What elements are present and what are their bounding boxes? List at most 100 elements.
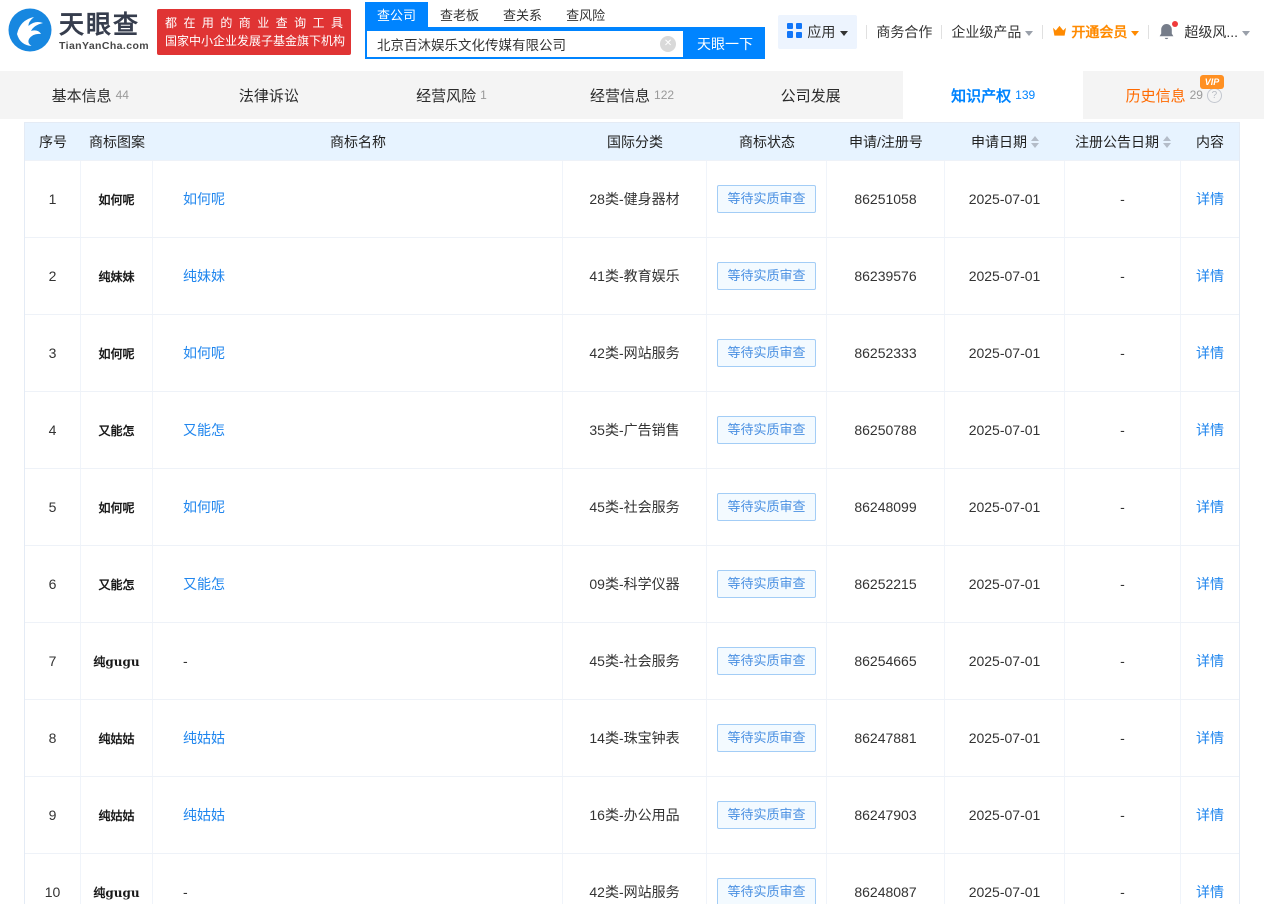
search-tab-company[interactable]: 查公司 bbox=[365, 2, 429, 27]
apps-menu[interactable]: 应用 bbox=[778, 15, 858, 49]
open-vip-link[interactable]: 开通会员 bbox=[1052, 22, 1140, 42]
trademark-name-link[interactable]: 如何呢 bbox=[183, 497, 225, 517]
nav-divider bbox=[1148, 25, 1150, 39]
application-number: 86248087 bbox=[827, 854, 945, 904]
col-apply-date-sort[interactable]: 申请日期 bbox=[945, 132, 1065, 152]
trademark-name-cell: 纯姑姑 bbox=[153, 777, 563, 853]
detail-link[interactable]: 详情 bbox=[1196, 882, 1224, 902]
clear-icon[interactable]: ✕ bbox=[660, 36, 677, 52]
logo[interactable]: 天眼查 TianYanCha.com bbox=[8, 8, 149, 57]
tab-company-development[interactable]: 公司发展 bbox=[722, 71, 903, 119]
detail-cell: 详情 bbox=[1181, 469, 1239, 545]
detail-link[interactable]: 详情 bbox=[1196, 651, 1224, 671]
search-button[interactable]: 天眼一下 bbox=[685, 29, 766, 59]
trademark-image[interactable]: 纯gugu bbox=[81, 854, 153, 904]
detail-link[interactable]: 详情 bbox=[1196, 728, 1224, 748]
section-tabs: 基本信息 44 法律诉讼 经营风险 1 经营信息 122 公司发展 知识产权 1… bbox=[0, 71, 1264, 119]
announcement-date: - bbox=[1065, 238, 1181, 314]
trademark-name-cell: 如何呢 bbox=[153, 469, 563, 545]
detail-link[interactable]: 详情 bbox=[1196, 497, 1224, 517]
row-index: 5 bbox=[25, 469, 81, 545]
trademark-image[interactable]: 如何呢 bbox=[81, 315, 153, 391]
table-row: 3 如何呢 如何呢 42类-网站服务 等待实质审查 86252333 2025-… bbox=[25, 314, 1239, 391]
trademark-status: 等待实质审查 bbox=[707, 700, 827, 776]
tab-history-info[interactable]: VIP 历史信息 29 ? bbox=[1083, 71, 1264, 119]
logo-title: 天眼查 bbox=[59, 10, 141, 39]
table-row: 6 又能怎 又能怎 09类-科学仪器 等待实质审查 86252215 2025-… bbox=[25, 545, 1239, 622]
row-index: 9 bbox=[25, 777, 81, 853]
search-tab-relation[interactable]: 查关系 bbox=[491, 2, 554, 27]
announcement-date: - bbox=[1065, 546, 1181, 622]
trademark-name-link: - bbox=[183, 884, 188, 900]
nav-enterprise[interactable]: 企业级产品 bbox=[951, 22, 1034, 42]
col-announce-date-sort[interactable]: 注册公告日期 bbox=[1065, 132, 1181, 152]
notification-bell-icon[interactable] bbox=[1158, 21, 1179, 41]
trademark-name-link[interactable]: 如何呢 bbox=[183, 343, 225, 363]
application-date: 2025-07-01 bbox=[945, 238, 1065, 314]
search-tabs: 查公司 查老板 查关系 查风险 bbox=[365, 2, 766, 29]
trademark-image[interactable]: 纯gugu bbox=[81, 623, 153, 699]
announcement-date: - bbox=[1065, 392, 1181, 468]
trademark-name-link[interactable]: 纯姑姑 bbox=[183, 805, 225, 825]
table-body: 1 如何呢 如何呢 28类-健身器材 等待实质审查 86251058 2025-… bbox=[25, 160, 1239, 904]
status-badge: 等待实质审查 bbox=[717, 185, 816, 213]
chevron-down-icon bbox=[1131, 30, 1140, 36]
search-input[interactable] bbox=[367, 31, 684, 57]
trademark-name-cell: 如何呢 bbox=[153, 315, 563, 391]
detail-cell: 详情 bbox=[1181, 623, 1239, 699]
application-date: 2025-07-01 bbox=[945, 315, 1065, 391]
tab-legal-proceedings[interactable]: 法律诉讼 bbox=[181, 71, 362, 119]
trademark-name-link[interactable]: 又能怎 bbox=[183, 420, 225, 440]
table-row: 9 纯姑姑 纯姑姑 16类-办公用品 等待实质审查 86247903 2025-… bbox=[25, 776, 1239, 853]
detail-cell: 详情 bbox=[1181, 315, 1239, 391]
col-no: 序号 bbox=[39, 133, 67, 150]
status-badge: 等待实质审查 bbox=[717, 647, 816, 675]
intl-class: 16类-办公用品 bbox=[563, 777, 707, 853]
intl-class: 45类-社会服务 bbox=[563, 623, 707, 699]
row-index: 10 bbox=[25, 854, 81, 904]
row-index: 1 bbox=[25, 161, 81, 237]
trademark-name-cell: 如何呢 bbox=[153, 161, 563, 237]
trademark-image[interactable]: 纯妹妹 bbox=[81, 238, 153, 314]
trademark-image[interactable]: 纯姑姑 bbox=[81, 700, 153, 776]
chevron-down-icon bbox=[1242, 30, 1250, 36]
detail-link[interactable]: 详情 bbox=[1196, 343, 1224, 363]
detail-link[interactable]: 详情 bbox=[1196, 574, 1224, 594]
trademark-name-cell: - bbox=[153, 623, 563, 699]
trademark-image[interactable]: 又能怎 bbox=[81, 392, 153, 468]
sort-icon bbox=[1031, 135, 1039, 148]
detail-link[interactable]: 详情 bbox=[1196, 805, 1224, 825]
tab-basic-info[interactable]: 基本信息 44 bbox=[0, 71, 181, 119]
trademark-image[interactable]: 纯姑姑 bbox=[81, 777, 153, 853]
trademark-image[interactable]: 又能怎 bbox=[81, 546, 153, 622]
tab-operation-info[interactable]: 经营信息 122 bbox=[542, 71, 723, 119]
promo-line1: 都在用的商业查询工具 bbox=[165, 16, 344, 30]
trademark-name-link[interactable]: 纯姑姑 bbox=[183, 728, 225, 748]
application-date: 2025-07-01 bbox=[945, 700, 1065, 776]
application-number: 86247903 bbox=[827, 777, 945, 853]
detail-link[interactable]: 详情 bbox=[1196, 420, 1224, 440]
detail-link[interactable]: 详情 bbox=[1196, 266, 1224, 286]
table-header: 序号 商标图案 商标名称 国际分类 商标状态 申请/注册号 申请日期 注册公告日… bbox=[25, 123, 1239, 160]
trademark-table: 序号 商标图案 商标名称 国际分类 商标状态 申请/注册号 申请日期 注册公告日… bbox=[24, 122, 1240, 904]
tab-intellectual-property[interactable]: 知识产权 139 bbox=[902, 71, 1084, 119]
intl-class: 09类-科学仪器 bbox=[563, 546, 707, 622]
detail-link[interactable]: 详情 bbox=[1196, 189, 1224, 209]
row-index: 8 bbox=[25, 700, 81, 776]
search-tab-risk[interactable]: 查风险 bbox=[554, 2, 617, 27]
trademark-name-link[interactable]: 如何呢 bbox=[183, 189, 225, 209]
table-row: 1 如何呢 如何呢 28类-健身器材 等待实质审查 86251058 2025-… bbox=[25, 160, 1239, 237]
trademark-image[interactable]: 如何呢 bbox=[81, 161, 153, 237]
trademark-name-cell: - bbox=[153, 854, 563, 904]
tab-operation-risk[interactable]: 经营风险 1 bbox=[361, 71, 542, 119]
nav-super-risk[interactable]: 超级风... bbox=[1184, 22, 1250, 42]
intl-class: 35类-广告销售 bbox=[563, 392, 707, 468]
trademark-image[interactable]: 如何呢 bbox=[81, 469, 153, 545]
trademark-name-link[interactable]: 又能怎 bbox=[183, 574, 225, 594]
row-index: 3 bbox=[25, 315, 81, 391]
search-tab-boss[interactable]: 查老板 bbox=[428, 2, 491, 27]
trademark-name-link[interactable]: 纯妹妹 bbox=[183, 266, 225, 286]
apps-grid-icon bbox=[787, 23, 803, 41]
detail-cell: 详情 bbox=[1181, 161, 1239, 237]
nav-cooperation[interactable]: 商务合作 bbox=[876, 22, 932, 42]
